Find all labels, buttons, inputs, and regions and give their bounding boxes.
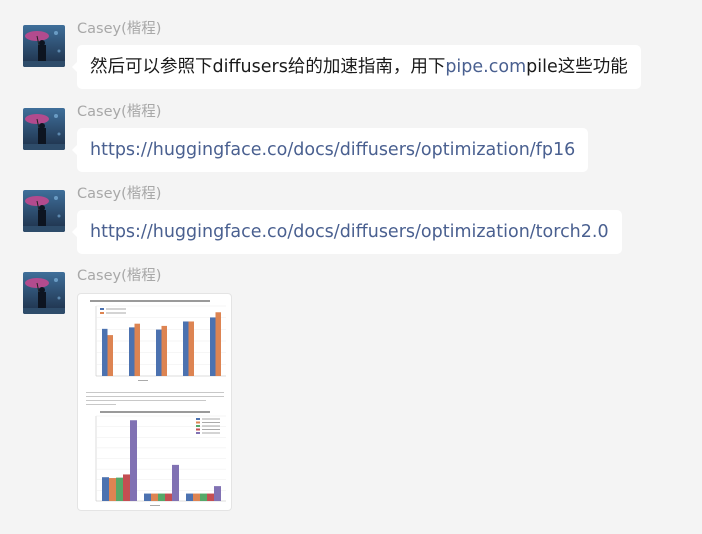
chart-2-title-line [100,411,210,413]
sender-name: Casey(楷程) [77,268,162,284]
bar-0-3 [183,321,189,376]
sender-name: Casey(楷程) [77,186,162,202]
bar-1-3 [188,321,194,376]
message-text: 然后可以参照下diffusers给的加速指南，用下 [90,57,446,77]
message-link[interactable]: https://huggingface.co/docs/diffusers/op… [90,222,609,242]
inline-link[interactable]: pipe.com [445,57,526,77]
bar2-3-1 [165,493,172,501]
bar-0-2 [156,329,162,376]
message-bubble[interactable]: https://huggingface.co/docs/diffusers/op… [72,210,622,254]
legend2-label-1 [202,422,220,423]
bar2-2-0 [116,477,123,501]
sender-name: Casey(楷程) [77,21,162,37]
legend2-label-0 [202,418,220,420]
bar-0-4 [210,317,216,376]
legend2-swatch-3 [196,428,200,431]
message-bubble[interactable]: 然后可以参照下diffusers给的加速指南，用下pipe.compile这些功… [72,45,641,89]
legend2-label-2 [202,425,220,427]
bar2-4-2 [214,486,221,501]
message-text-tail: pile这些功能 [526,57,628,77]
bar2-4-1 [172,464,179,501]
legend2-swatch-4 [196,432,200,434]
sender-name: Casey(楷程) [77,104,162,120]
legend2-swatch-1 [196,421,200,424]
bar2-2-1 [158,493,165,501]
bar2-3-0 [123,474,130,501]
bar2-1-2 [193,493,200,501]
chart-thumbnail [84,298,226,508]
bar2-3-2 [207,493,214,501]
bar-1-1 [134,323,140,376]
legend2-label-3 [202,429,220,430]
bar2-1-0 [109,478,116,501]
chart-1-title-line [90,300,210,302]
legend2-swatch-2 [196,425,200,427]
avatar[interactable] [23,25,65,67]
bar2-2-2 [200,493,207,501]
legend2-swatch-0 [196,418,200,420]
avatar[interactable] [23,272,65,314]
bar2-4-0 [130,420,137,501]
message-bubble[interactable]: https://huggingface.co/docs/diffusers/op… [71,128,589,172]
bar2-0-0 [102,477,109,501]
image-attachment[interactable] [77,293,232,511]
legend-swatch-orange [100,312,104,314]
message-link[interactable]: https://huggingface.co/docs/diffusers/op… [90,140,575,160]
avatar[interactable] [23,108,65,150]
bar-1-0 [107,335,113,376]
bar2-0-1 [144,493,151,501]
legend-swatch-blue [100,308,104,310]
legend2-label-4 [202,432,220,434]
bar-0-1 [129,327,135,376]
bar-1-4 [215,312,221,376]
bar2-0-2 [186,493,193,501]
bar-0-0 [102,328,108,376]
avatar[interactable] [23,190,65,232]
bar2-1-1 [151,493,158,501]
bar-1-2 [161,325,167,376]
